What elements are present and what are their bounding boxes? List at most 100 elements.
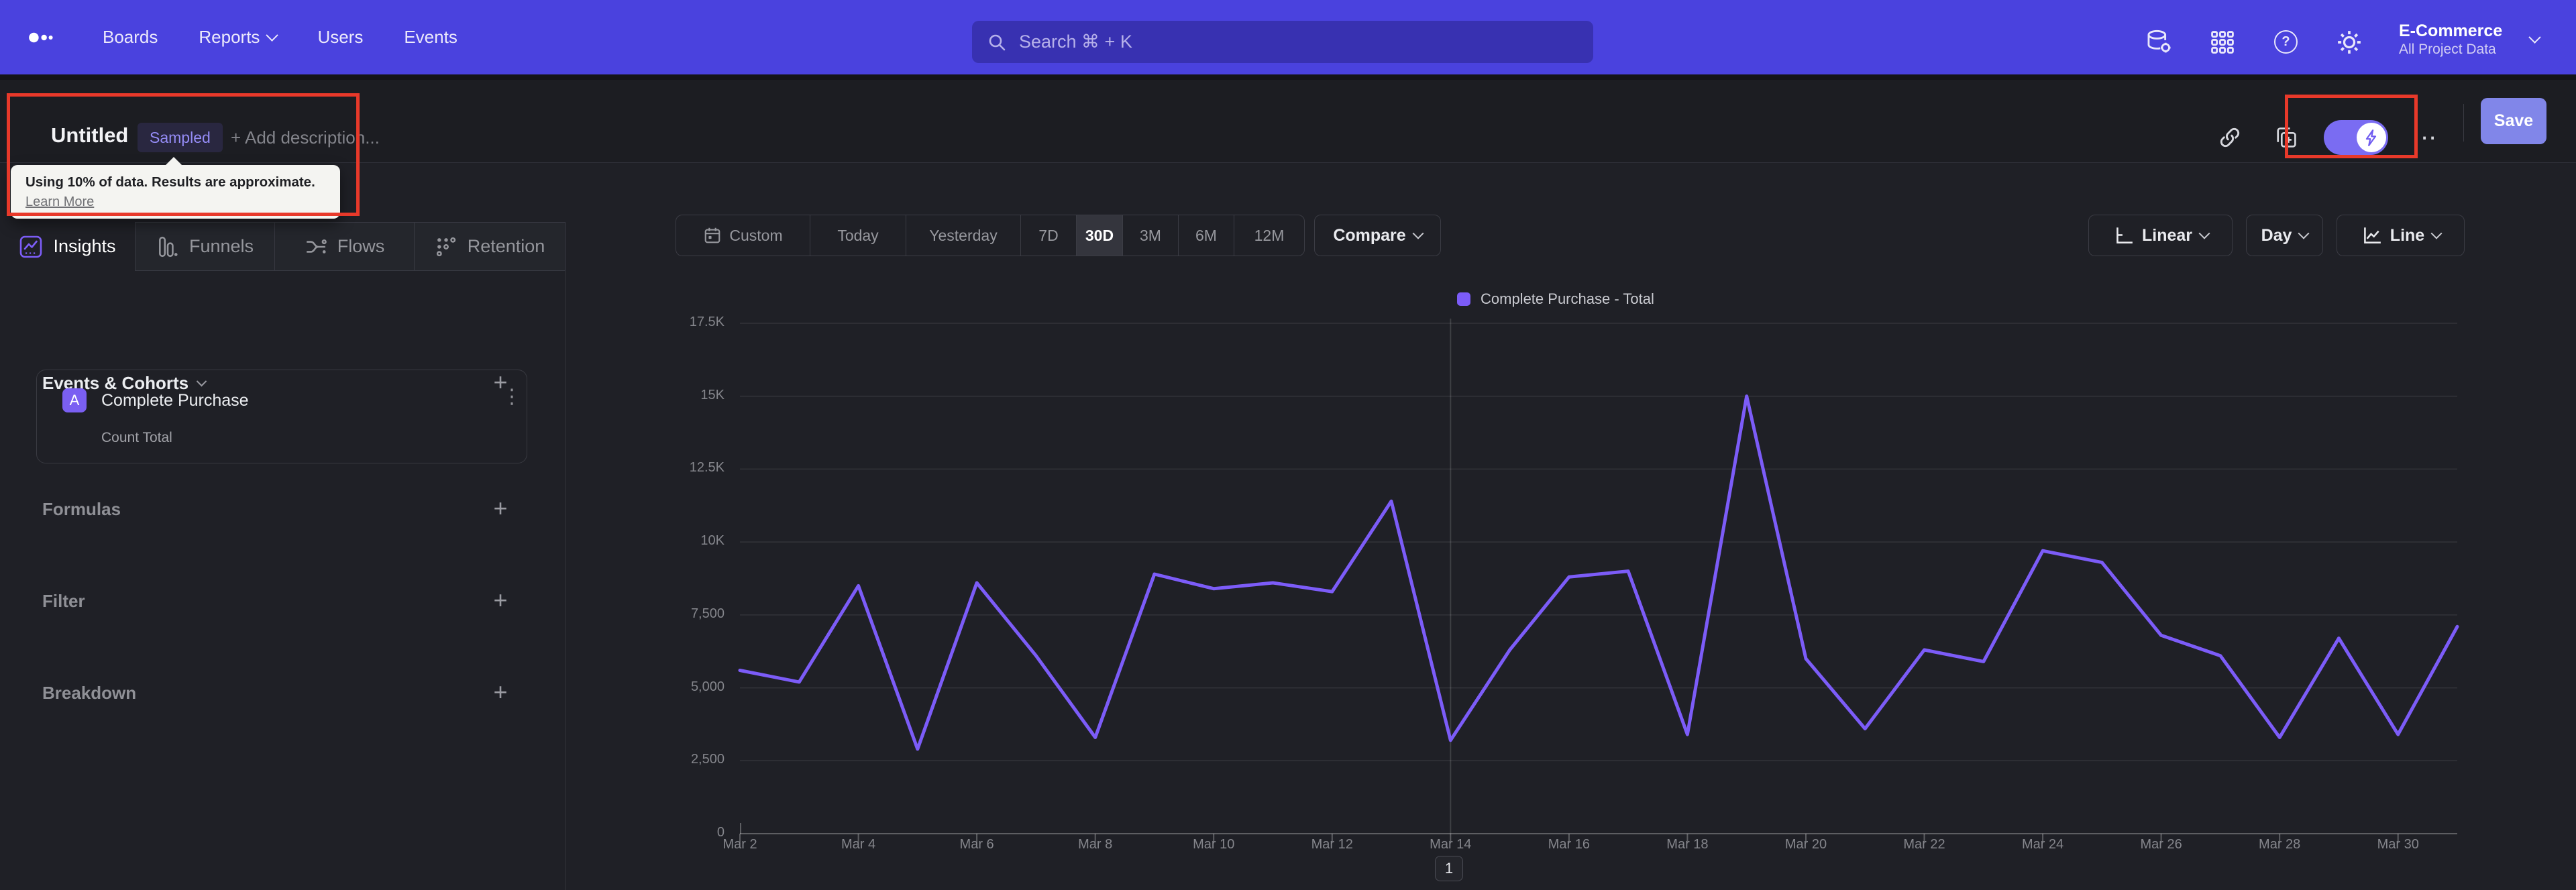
x-axis-label: Mar 16 [1548,837,1590,852]
search-icon [987,32,1007,52]
copy-link-icon[interactable] [2215,123,2245,152]
event-card[interactable]: A Complete Purchase ⋮ Count Total [36,370,527,463]
chevron-down-icon [2198,227,2210,239]
range-30d[interactable]: 30D [1077,215,1123,256]
x-axis-label: Mar 6 [959,837,994,852]
nav-item-events[interactable]: Events [404,27,458,48]
section-breakdown: Breakdown [42,683,137,703]
section-formulas: Formulas [42,499,121,519]
range-label: 12M [1254,226,1285,244]
range-label: 3M [1140,226,1161,244]
legend-color-swatch [1457,292,1470,306]
range-label: 30D [1085,226,1114,244]
report-header-bar [0,80,2576,163]
lightning-bolt-icon [2357,123,2386,152]
calendar-icon [703,226,722,245]
project-scope: All Project Data [2399,42,2496,57]
compare-button[interactable]: Compare [1314,215,1441,256]
tab-label: Insights [53,236,116,256]
x-axis-label: Mar 18 [1666,837,1709,852]
tab-funnels[interactable]: Funnels [136,222,275,271]
range-7d[interactable]: 7D [1021,215,1077,256]
funnels-icon [156,235,179,258]
range-today[interactable]: Today [810,215,906,256]
x-axis-label: Mar 12 [1311,837,1353,852]
report-title[interactable]: Untitled [51,123,128,148]
range-custom[interactable]: Custom [676,215,810,256]
project-chevron-down-icon [2528,31,2541,44]
nav-item-boards[interactable]: Boards [103,27,158,48]
apps-grid-icon[interactable] [2210,30,2235,55]
chart-type-button[interactable]: Line [2337,215,2465,256]
range-label: 6M [1195,226,1217,244]
range-yesterday[interactable]: Yesterday [906,215,1021,256]
top-navigation-bar: Boards Reports Users Events ? [0,0,2576,74]
help-icon[interactable]: ? [2274,30,2298,54]
sampling-toggle[interactable] [2324,120,2388,155]
interval-selector-button[interactable]: Day [2246,215,2323,256]
more-options-button[interactable]: ⋯ [2410,123,2439,152]
duplicate-icon[interactable] [2271,123,2301,152]
x-axis-label: Mar 8 [1078,837,1113,852]
tooltip-text: Using 10% of data. Results are approxima… [25,174,315,190]
add-description-button[interactable]: + Add description... [231,127,380,148]
project-name: E-Commerce [2399,21,2503,40]
y-axis-label: 7,500 [690,606,724,621]
y-axis-label: 17.5K [689,315,724,329]
data-management-icon[interactable] [2145,28,2174,56]
header-divider [2463,104,2464,142]
search-input[interactable] [1018,31,1578,53]
chevron-down-icon [266,29,279,42]
line-chart-plot[interactable] [738,305,2459,850]
y-axis-label: 5,000 [690,679,724,694]
scale-selector-button[interactable]: Linear [2088,215,2233,256]
nav-item-users[interactable]: Users [317,27,363,48]
scale-label: Linear [2141,225,2193,245]
tab-retention[interactable]: Retention [415,222,566,271]
range-label: 7D [1038,226,1059,244]
search-bar[interactable] [972,21,1593,63]
range-label: Yesterday [929,226,998,244]
add-filter-button[interactable]: + [487,586,514,614]
settings-gear-icon[interactable] [2336,29,2363,56]
x-axis-label: Mar 10 [1193,837,1235,852]
x-axis-label: Mar 2 [722,837,757,852]
nav-item-label: Reports [199,27,260,47]
event-series-badge: A [62,388,87,412]
range-12m[interactable]: 12M [1234,215,1304,256]
nav-menu: Boards Reports Users Events [103,0,458,74]
chevron-down-icon [2430,227,2443,239]
learn-more-link[interactable]: Learn More [25,193,94,211]
date-range-selector: Custom Today Yesterday 7D 30D 3M 6M 12M [676,215,1305,256]
tab-label: Retention [467,236,545,256]
x-axis-label: Mar 20 [1784,837,1827,852]
y-axis-label: 15K [700,387,724,402]
chevron-down-icon [1412,227,1424,239]
sampled-badge[interactable]: Sampled [138,123,223,152]
project-switcher[interactable]: E-Commerce All Project Data [2399,21,2502,58]
x-axis-label: Mar 26 [2140,837,2182,852]
event-menu-icon[interactable]: ⋮ [498,385,525,408]
x-axis-label: Mar 22 [1903,837,1945,852]
nav-item-label: Events [404,27,458,47]
range-6m[interactable]: 6M [1179,215,1234,256]
event-metric[interactable]: Count Total [101,430,172,446]
range-label: Today [837,226,879,244]
tab-label: Funnels [189,236,254,256]
nav-item-reports[interactable]: Reports [199,27,279,48]
annotation-count-badge[interactable]: 1 [1435,856,1463,881]
save-button[interactable]: Save [2481,98,2546,144]
mixpanel-logo-icon[interactable] [28,27,67,51]
range-3m[interactable]: 3M [1123,215,1179,256]
x-axis-label: Mar 30 [2377,837,2419,852]
chart-type-label: Line [2390,225,2425,245]
tab-flows[interactable]: Flows [275,222,415,271]
event-name[interactable]: Complete Purchase [101,391,249,410]
chevron-down-icon [2298,227,2310,239]
tab-insights[interactable]: Insights [0,222,136,271]
data-series-line[interactable] [738,394,2459,751]
section-filter: Filter [42,591,85,611]
add-breakdown-button[interactable]: + [487,678,514,706]
add-formulas-button[interactable]: + [487,494,514,522]
nav-item-label: Users [317,27,364,47]
